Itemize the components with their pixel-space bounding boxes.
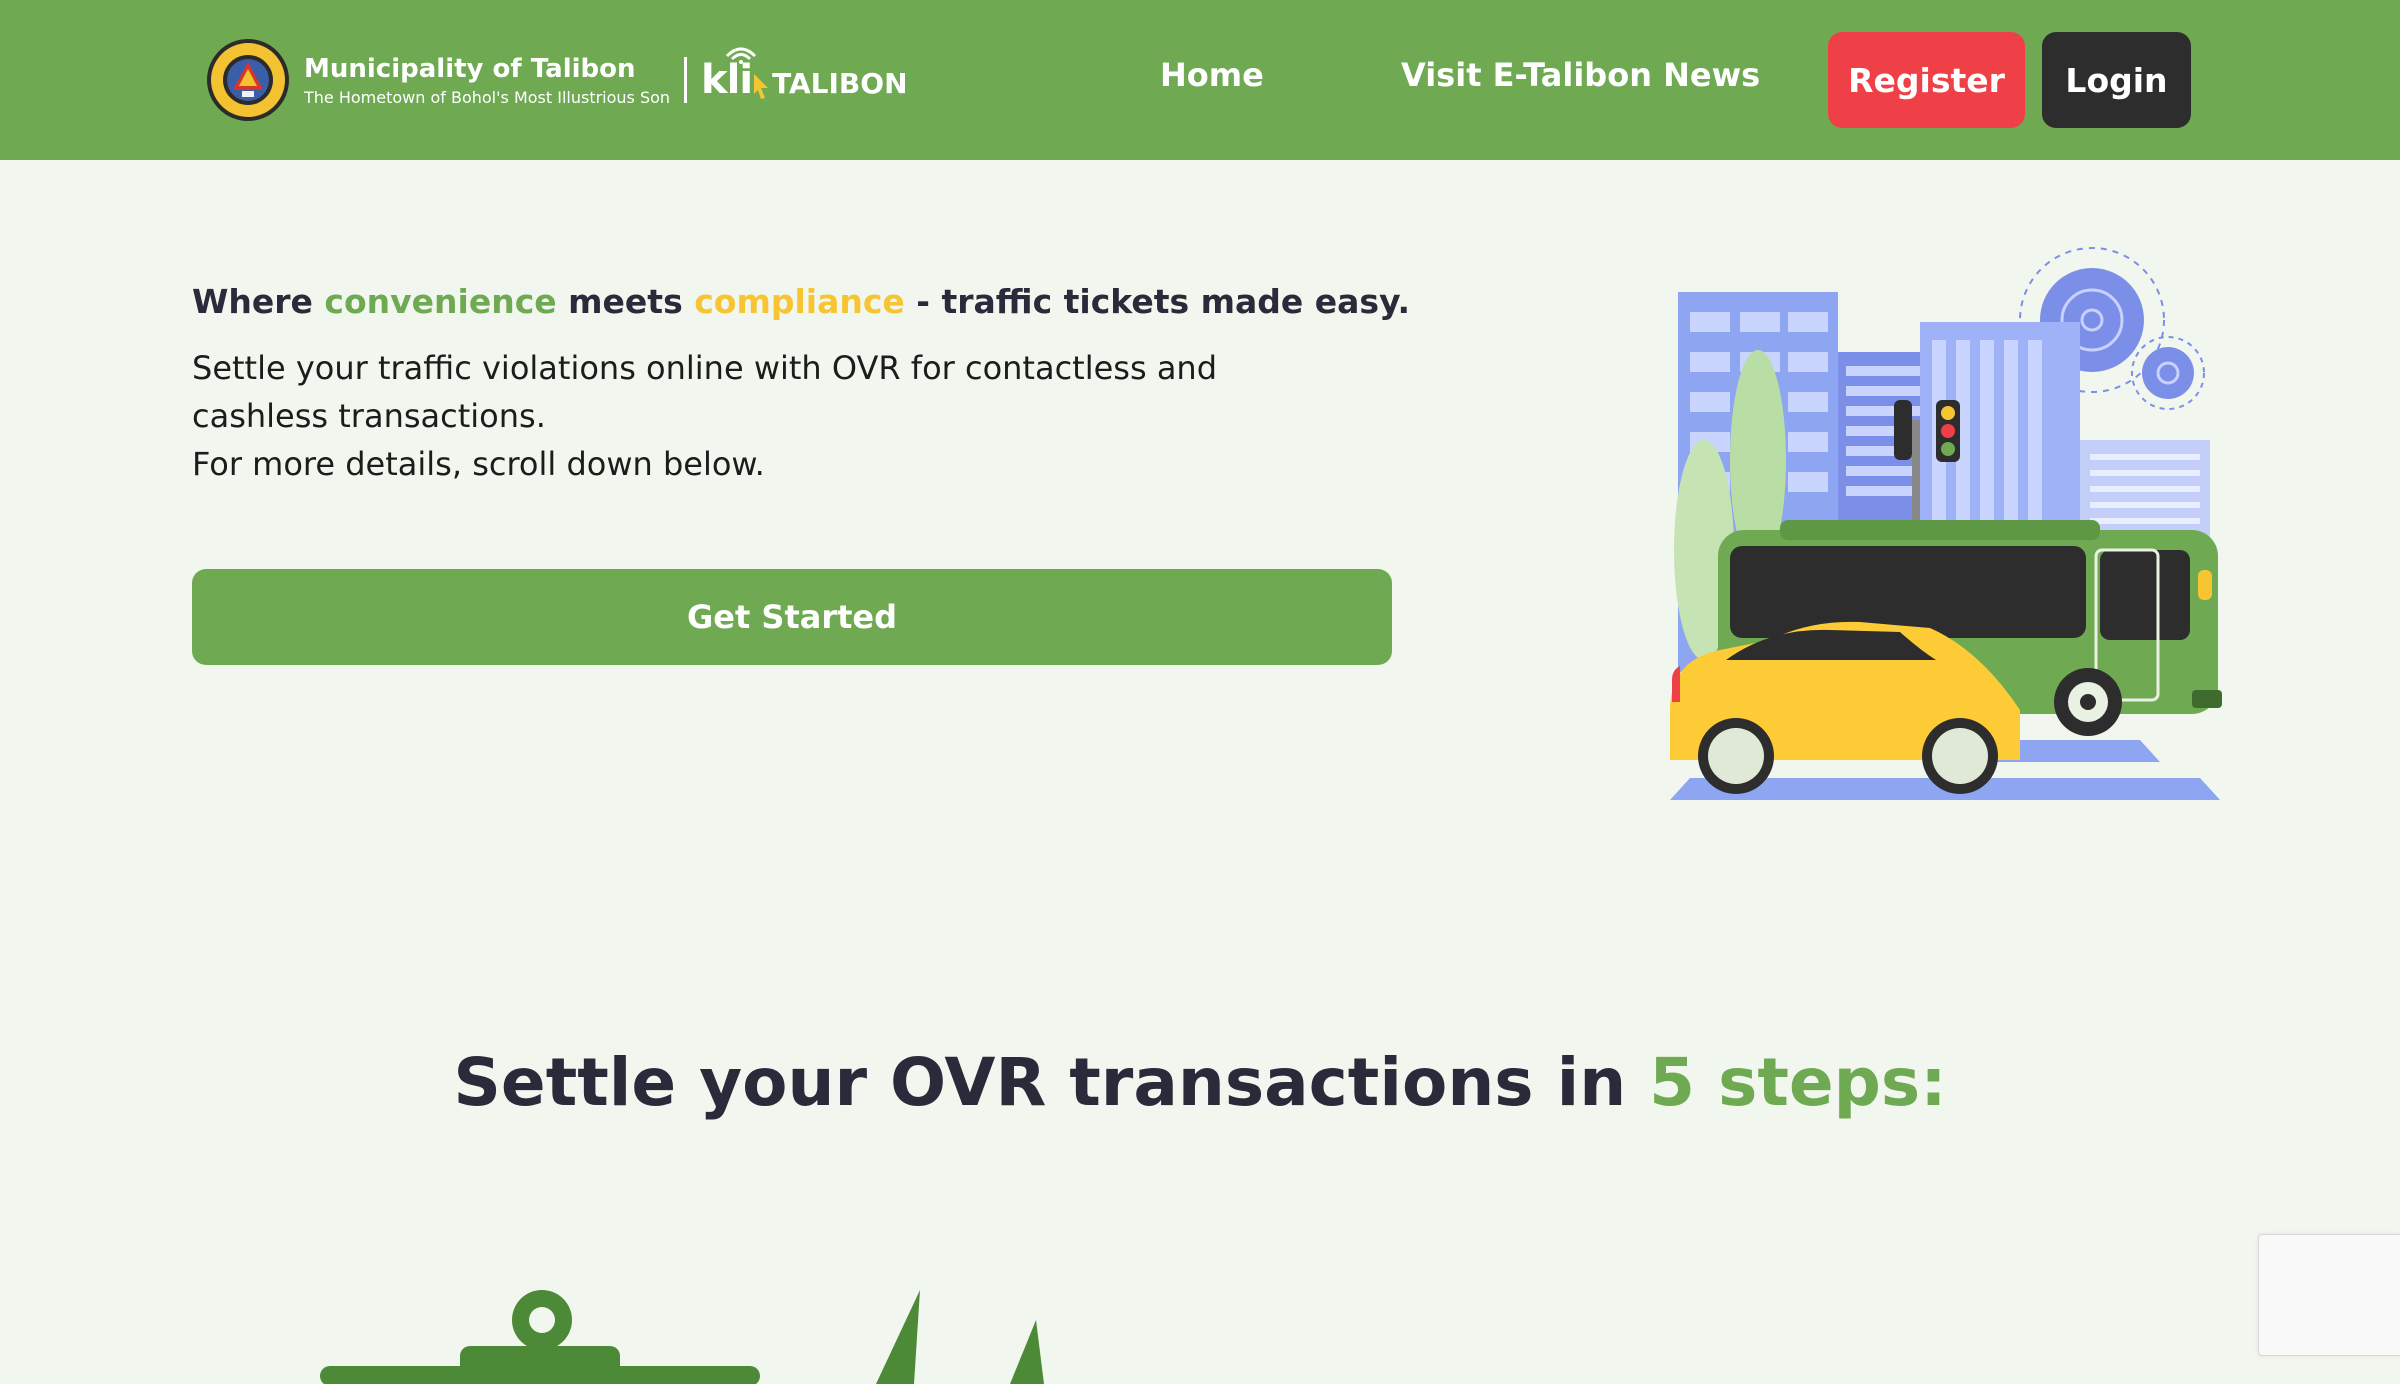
recaptcha-badge[interactable] <box>2258 1234 2400 1356</box>
steps-heading: Settle your OVR transactions in 5 steps: <box>0 1044 2400 1121</box>
login-button[interactable]: Login <box>2042 32 2191 128</box>
description-line-1: Settle your traffic violations online wi… <box>192 349 1218 435</box>
brand-title: Municipality of Talibon <box>304 53 636 84</box>
municipality-seal-icon <box>207 39 289 121</box>
brand-subtitle: The Hometown of Bohol's Most Illustrious… <box>304 87 671 107</box>
tagline-part-2: meets <box>556 282 695 321</box>
klik-talibon-logo: kli TALIBON <box>701 47 908 103</box>
cursor-arrow-icon <box>754 74 769 99</box>
steps-illustration <box>320 1290 1044 1384</box>
tagline-part-3: - traffic tickets made easy. <box>904 282 1411 321</box>
tagline-part-1: Where <box>192 282 325 321</box>
brand-divider <box>684 57 688 103</box>
traffic-illustration <box>1670 247 2222 800</box>
brand-logo-link[interactable]: Municipality of Talibon The Hometown of … <box>206 36 908 124</box>
tagline-convenience: convenience <box>324 282 557 321</box>
top-navbar: Municipality of Talibon The Hometown of … <box>0 0 2400 160</box>
nav-home-link[interactable]: Home <box>1160 56 1264 94</box>
brand-text: Municipality of Talibon The Hometown of … <box>304 54 670 107</box>
nav-news-link[interactable]: Visit E-Talibon News <box>1401 56 1760 94</box>
talibon-wordmark: TALIBON <box>772 67 908 100</box>
description-line-2: For more details, scroll down below. <box>192 445 765 483</box>
get-started-button[interactable]: Get Started <box>192 569 1392 665</box>
klik-wordmark: kli <box>701 57 753 103</box>
hero-description: Settle your traffic violations online wi… <box>192 344 1292 488</box>
small-gear-icon <box>2131 336 2205 410</box>
wifi-signal-icon <box>725 47 757 64</box>
hero-tagline: Where convenience meets compliance - tra… <box>192 282 1410 321</box>
tagline-compliance: compliance <box>694 282 905 321</box>
steps-heading-highlight: 5 steps: <box>1649 1044 1947 1121</box>
register-button[interactable]: Register <box>1828 32 2025 128</box>
steps-heading-prefix: Settle your OVR transactions in <box>453 1044 1650 1121</box>
